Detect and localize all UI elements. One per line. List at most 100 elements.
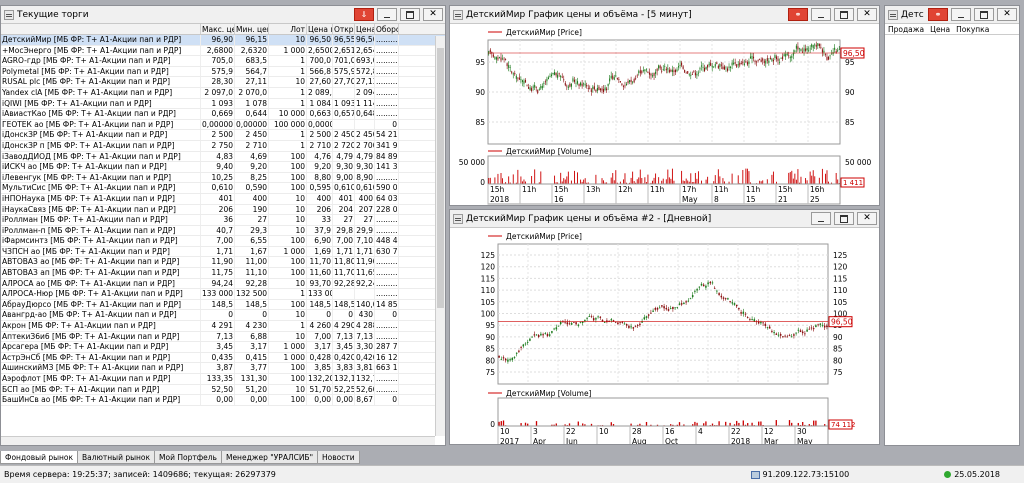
table-row[interactable]: Арсагера [МБ ФР: Т+ А1-Акции пап и РДР] 3… [1,342,445,353]
candle-body [739,62,741,66]
orderbook-header: Продажа Цена Покупка [885,24,1019,35]
table-row[interactable]: ДетскийМир [МБ ФР: Т+ А1-Акции пап и РДР… [1,35,445,46]
chart2-titlebar[interactable]: ДетскийМир График цены и объёма #2 - [Дн… [450,210,879,228]
table-row[interactable]: АВТОВАЗ ап [МБ ФР: Т+ А1-Акции пап и РДР… [1,268,445,279]
maximize-button[interactable] [974,8,994,21]
maximize-button[interactable] [834,8,854,21]
chart1-plot[interactable]: ДетскийМир [Price] 95 95 90 90 85 85 96,50 Детск… [450,24,880,206]
close-button[interactable]: ✕ [423,8,443,21]
table-row[interactable]: AGRO-гдр [МБ ФР: Т+ А1-Акции пап и РДР] 7… [1,56,445,67]
table-row[interactable]: iРоллман [МБ ФР: Т+ А1-Акции пап и РДР] 3… [1,215,445,226]
candle-body [714,64,716,67]
minimize-button[interactable] [811,212,831,225]
candle-body [819,323,822,325]
window-menu-icon[interactable] [453,213,463,224]
table-row[interactable]: Yandex clA [МБ ФР: Т+ А1-Акции пап и РДР… [1,87,445,99]
table-row[interactable]: АшинскийМЗ [МБ ФР: Т+ А1-Акции пап и РДР… [1,363,445,374]
table-row[interactable]: iФармсинтз [МБ ФР: Т+ А1-Акции пап и РДР… [1,236,445,247]
column-header[interactable] [1,24,201,34]
candle-body [638,71,640,73]
table-row[interactable]: АЛРОСА ао [МБ ФР: Т+ А1-Акции пап и РДР]… [1,278,445,290]
chart2-plot[interactable]: ДетскийМир [Price]125 125120 120115 115110 1… [450,228,880,445]
table-cell: 11,70 [307,257,333,268]
table-cell: 52,25 [334,384,355,395]
close-button[interactable]: ✕ [857,212,877,225]
link-button[interactable]: ⚭ [928,8,948,21]
candle-body [518,350,520,352]
table-cell: 6,90 [307,236,333,246]
orderbook-titlebar[interactable]: Детс ⚭ ✕ [885,6,1019,24]
table-row[interactable]: iАвиастКао [МБ ФР: Т+ А1-Акции пап и РДР… [1,109,445,120]
column-header[interactable]: Цена за [355,24,375,34]
table-row[interactable]: Аэрофлот [МБ ФР: Т+ А1-Акции пап и РДР] 1… [1,374,445,385]
window-menu-icon[interactable] [453,9,463,20]
candle-body [529,87,531,91]
table-row[interactable]: iДонскЗР п [МБ ФР: Т+ А1-Акции пап и РДР… [1,140,445,152]
table-row[interactable]: iЗаводДИОД [МБ ФР: Т+ А1-Акции пап и РДР… [1,151,445,163]
table-row[interactable]: iЛевенгук [МБ ФР: Т+ А1-Акции пап и РДР]… [1,172,445,184]
table-row[interactable]: АбрауДюрсо [МБ ФР: Т+ А1-Акции пап и РДР… [1,299,445,311]
chart1-titlebar[interactable]: ДетскийМир График цены и объёма - [5 мин… [450,6,879,24]
maximize-button[interactable] [834,212,854,225]
tab-currency-market[interactable]: Валютный рынок [77,451,156,464]
table-row[interactable]: Авангрд-ао [МБ ФР: Т+ А1-Акции пап и РДР… [1,310,445,322]
table-row[interactable]: АВТОВАЗ ао [МБ ФР: Т+ А1-Акции пап и РДР… [1,257,445,269]
table-row[interactable]: iНПОНаука [МБ ФР: Т+ А1-Акции пап и РДР]… [1,193,445,205]
col-price[interactable]: Цена [927,24,953,34]
table-row[interactable]: АптекиЗ6и6 [МБ ФР: Т+ А1-Акции пап и РДР… [1,331,445,343]
tab-news[interactable]: Новости [317,451,360,464]
table-row[interactable]: iРоллман-п [МБ ФР: Т+ А1-Акции пап и РДР… [1,225,445,237]
window-menu-icon[interactable] [4,9,14,20]
table-row[interactable]: iДонскЗР [МБ ФР: Т+ А1-Акции пап и РДР] 2… [1,130,445,141]
column-header[interactable]: Мин. цена [235,24,269,34]
candle-body [702,66,704,68]
table-row[interactable]: МультиСис [МБ ФР: Т+ А1-Акции пап и РДР]… [1,183,445,194]
close-button[interactable]: ✕ [997,8,1017,21]
trades-titlebar[interactable]: Текущие торги ⇓ ✕ [1,6,445,24]
horizontal-scrollbar[interactable] [1,436,435,445]
column-header[interactable]: Цена пос [307,24,333,34]
col-sell[interactable]: Продажа [885,24,927,34]
maximize-button[interactable] [400,8,420,21]
table-row[interactable]: Polymetal [МБ ФР: Т+ А1-Акции пап и РДР]… [1,66,445,78]
table-row[interactable]: iИСКЧ ао [МБ ФР: Т+ А1-Акции пап и РДР] 9… [1,162,445,173]
column-header[interactable]: Макс. цена [201,24,235,34]
tab-portfolio[interactable]: Мой Портфель [154,451,222,464]
vertical-scrollbar[interactable] [435,36,445,436]
candle-body [798,48,800,50]
table-cell: 0,00000 [236,119,269,130]
minimize-button[interactable] [951,8,971,21]
table-cell: 1 [269,140,307,151]
table-row[interactable]: RUSAL plc [МБ ФР: Т+ А1-Акции пап и РДР]… [1,77,445,88]
table-row[interactable]: АстрЭнСб [МБ ФР: Т+ А1-Акции пап и РДР] 0… [1,352,445,364]
table-row[interactable]: БашИнСв ао [МБ ФР: Т+ А1-Акции пап и РДР… [1,395,445,406]
col-buy[interactable]: Покупка [953,24,992,34]
tab-stock-market[interactable]: Фондовый рынок [0,451,79,464]
date-label-top: 22 [731,427,741,436]
window-menu-icon[interactable] [888,9,898,20]
table-row[interactable]: Акрон [МБ ФР: Т+ А1-Акции пап и РДР] 4 29… [1,321,445,332]
scrollbar-thumb[interactable] [437,48,444,308]
table-row[interactable]: БСП ао [МБ ФР: Т+ А1-Акции пап и РДР] 52,… [1,384,445,396]
table-cell: 10 [269,384,307,395]
close-button[interactable]: ✕ [857,8,877,21]
column-header[interactable]: Откр. [333,24,355,34]
table-row[interactable]: iQIWI [МБ ФР: Т+ А1-Акции пап и РДР] 1 09… [1,98,445,110]
minimize-button[interactable] [811,8,831,21]
table-row[interactable]: АЛРОСА-Нюр [МБ ФР: Т+ А1-Акции пап и РДР… [1,289,445,300]
column-header[interactable]: Лот [269,24,307,34]
table-row[interactable]: +МосЭнерго [МБ ФР: Т+ А1-Акции пап и РДР… [1,45,445,57]
candle-body [549,75,551,77]
column-header[interactable]: Оборот [375,24,399,34]
candle-body [768,326,771,329]
table-cell: 96,50 [307,35,333,45]
table-row[interactable]: ЧЗПСН ао [МБ ФР: Т+ А1-Акции пап и РДР] 1… [1,246,445,258]
table-row[interactable]: ГЕОТЕК ао [МБ ФР: Т+ А1-Акции пап и РДР]… [1,119,445,131]
pin-button[interactable]: ⇓ [354,8,374,21]
table-cell: 16 123 [376,352,399,363]
tab-manager[interactable]: Менеджер "УРАЛСИБ" [220,451,319,464]
minimize-button[interactable] [377,8,397,21]
link-button[interactable]: ⚭ [788,8,808,21]
table-row[interactable]: iНаукаСвяз [МБ ФР: Т+ А1-Акции пап и РДР… [1,204,445,216]
candle-body [547,77,549,80]
